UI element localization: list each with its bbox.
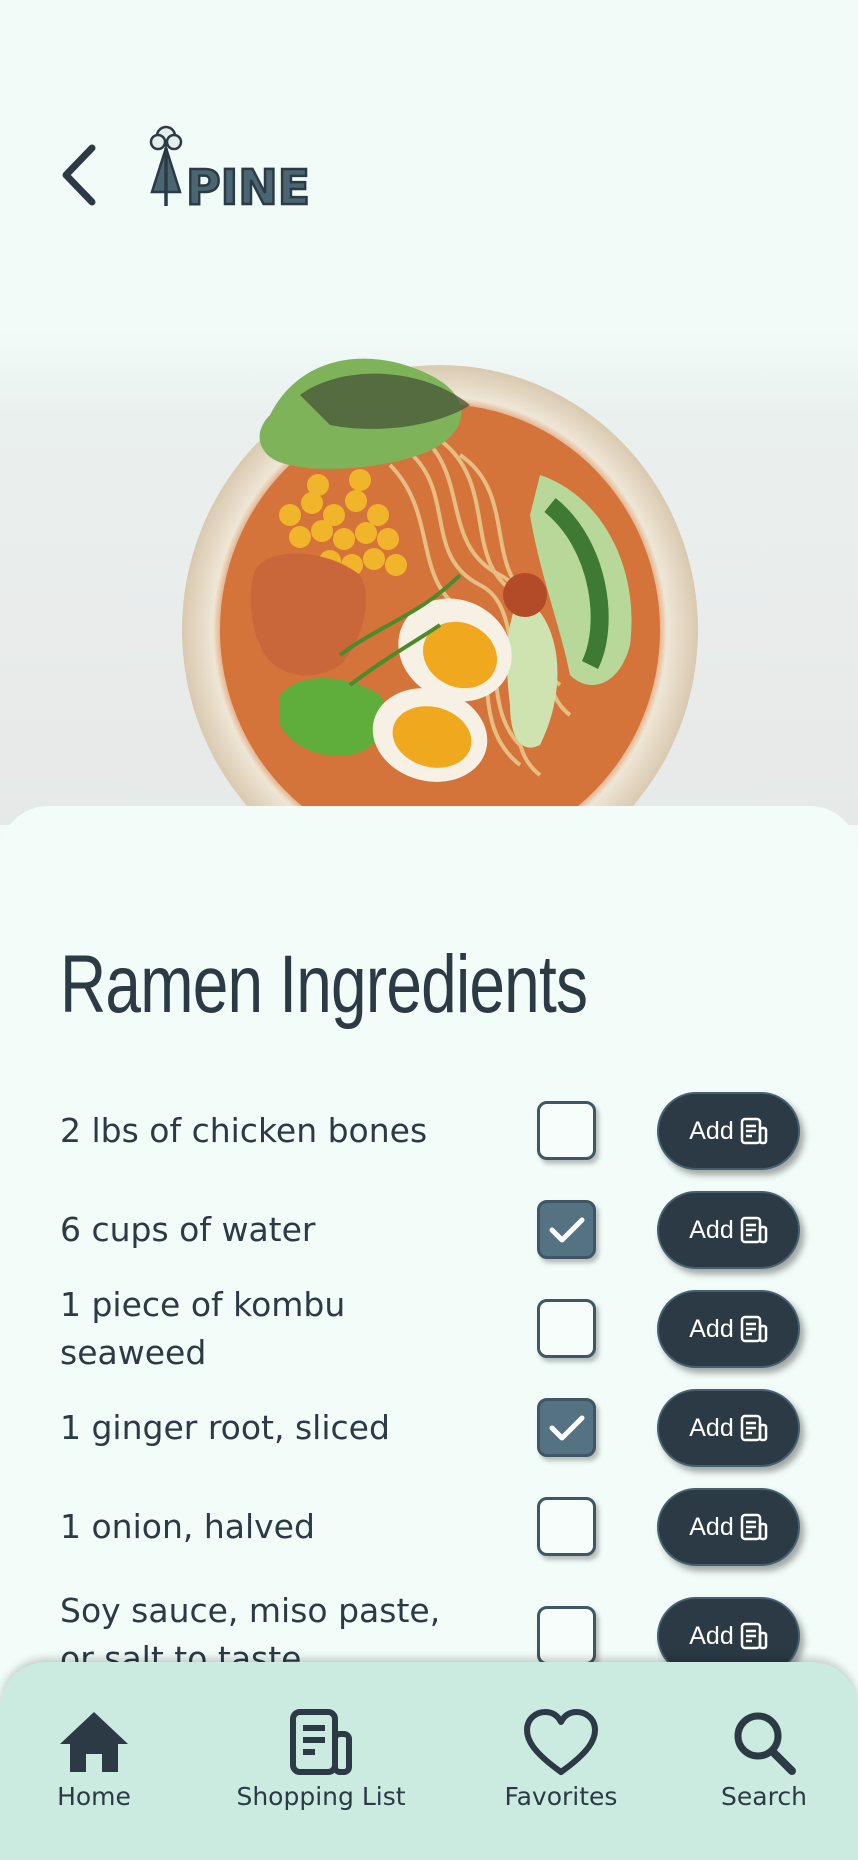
- add-button-label: Add: [689, 1512, 734, 1541]
- ingredient-label: 1 piece of kombu seaweed: [60, 1285, 346, 1372]
- shopping-list-icon: [740, 1315, 767, 1343]
- ingredient-label: 1 onion, halved: [60, 1507, 315, 1546]
- checkmark-icon: [549, 1217, 584, 1242]
- add-button-label: Add: [689, 1116, 734, 1145]
- shopping-list-icon: [740, 1414, 767, 1442]
- shopping-list-icon: [740, 1513, 767, 1541]
- nav-shopping-list[interactable]: Shopping List: [228, 1662, 414, 1860]
- ingredient-row: 1 piece of kombu seaweed Add: [0, 1284, 858, 1374]
- shopping-list-icon: [290, 1709, 352, 1775]
- add-to-list-button[interactable]: Add: [657, 1092, 800, 1170]
- ingredient-checkbox[interactable]: [537, 1299, 596, 1358]
- nav-home[interactable]: Home: [28, 1662, 160, 1860]
- tree-icon: [149, 125, 183, 206]
- add-button-label: Add: [689, 1314, 734, 1343]
- shopping-list-icon: [740, 1622, 767, 1650]
- add-to-list-button[interactable]: Add: [657, 1290, 800, 1368]
- search-icon: [734, 1712, 796, 1775]
- nav-search[interactable]: Search: [710, 1662, 818, 1860]
- nav-label: Shopping List: [236, 1782, 406, 1811]
- pine-logo: PINE: [146, 122, 316, 217]
- bottom-nav: Home Shopping List Favorites Search: [0, 1662, 858, 1860]
- nav-label: Home: [57, 1782, 131, 1811]
- shopping-list-icon: [740, 1216, 767, 1244]
- ingredient-checkbox[interactable]: [537, 1606, 596, 1665]
- add-button-label: Add: [689, 1215, 734, 1244]
- ingredient-label: 2 lbs of chicken bones: [60, 1111, 428, 1150]
- shopping-list-icon: [740, 1117, 767, 1145]
- ingredient-row: 1 ginger root, sliced Add: [0, 1383, 858, 1473]
- ingredient-row: 2 lbs of chicken bones Add: [0, 1086, 858, 1176]
- add-to-list-button[interactable]: Add: [657, 1389, 800, 1467]
- nav-label: Search: [721, 1782, 807, 1811]
- app-screen: PINE Ramen Ingredients 2 lbs of chicken …: [0, 0, 858, 1860]
- add-to-list-button[interactable]: Add: [657, 1191, 800, 1269]
- ramen-bowl-photo: [0, 325, 858, 825]
- chevron-left-icon: [62, 144, 96, 206]
- ingredient-checkbox[interactable]: [537, 1101, 596, 1160]
- checkmark-icon: [549, 1415, 584, 1440]
- ingredient-checkbox[interactable]: [537, 1200, 596, 1259]
- ingredient-label: 6 cups of water: [60, 1210, 316, 1249]
- add-button-label: Add: [689, 1413, 734, 1442]
- nav-label: Favorites: [504, 1782, 618, 1811]
- ingredient-row: 1 onion, halved Add: [0, 1482, 858, 1572]
- ingredient-checkbox[interactable]: [537, 1398, 596, 1457]
- nav-favorites[interactable]: Favorites: [500, 1662, 622, 1860]
- page-title: Ramen Ingredients: [60, 939, 588, 1030]
- heart-icon: [524, 1709, 598, 1775]
- logo-text: PINE: [186, 160, 310, 214]
- ingredient-row: 6 cups of water Add: [0, 1185, 858, 1275]
- home-icon: [60, 1712, 128, 1772]
- back-button[interactable]: [48, 140, 108, 210]
- add-button-label: Add: [689, 1621, 734, 1650]
- ingredient-checkbox[interactable]: [537, 1497, 596, 1556]
- ingredient-label: 1 ginger root, sliced: [60, 1408, 390, 1447]
- add-to-list-button[interactable]: Add: [657, 1488, 800, 1566]
